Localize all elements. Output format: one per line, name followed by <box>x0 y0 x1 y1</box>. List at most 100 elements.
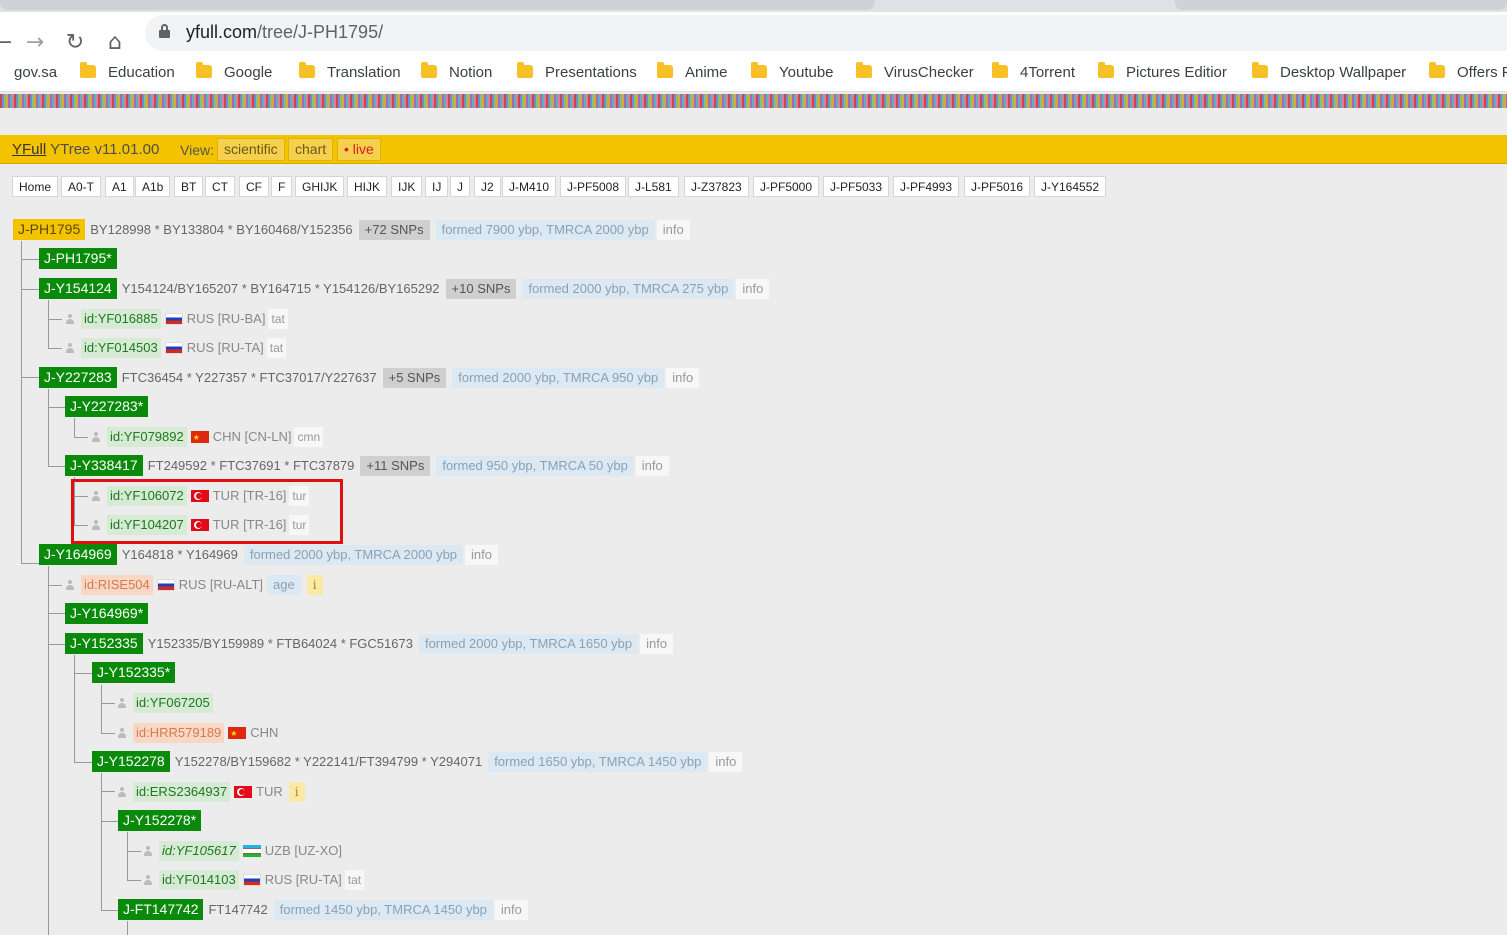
clade-label[interactable]: J-PH1795 <box>13 219 86 241</box>
sample-id[interactable]: id:YF016885 <box>81 308 161 329</box>
sample-id[interactable]: id:YF067205 <box>133 692 213 713</box>
age-estimate: formed 2000 ybp, TMRCA 2000 ybp <box>243 544 464 565</box>
clade-label[interactable]: J-Y164969* <box>65 603 149 625</box>
snp-list: FTC36454 * Y227357 * FTC37017/Y227637 <box>121 369 377 385</box>
sample-id[interactable]: id:YF014503 <box>81 337 161 358</box>
sample-row: id:YF014103 RUS [RU-TA] tat <box>143 869 365 891</box>
snp-list: Y152278/BY159682 * Y222141/FT394799 * Y2… <box>174 753 483 769</box>
more-snps-badge[interactable]: +5 SNPs <box>382 367 447 388</box>
sample-row: id:ERS2364937 TUR i <box>117 781 305 803</box>
tree-connector <box>48 348 62 349</box>
sample-id[interactable]: id:YF105617 <box>159 840 239 861</box>
tree-node: J-Y152335* <box>92 662 176 684</box>
haplogroup-tree: J-PH1795 BY128998 * BY133804 * BY160468/Y… <box>0 0 1507 935</box>
tree-connector <box>21 377 39 378</box>
red-highlight-box <box>71 479 343 544</box>
tree-connector <box>127 832 128 880</box>
tree-node: J-Y154124 Y154124/BY165207 * BY164715 * Y… <box>39 278 770 300</box>
sample-row: id:RISE504 RUS [RU-ALT] age i <box>65 574 323 596</box>
clade-label[interactable]: J-PH1795* <box>39 248 117 270</box>
tree-connector <box>101 821 119 822</box>
tree-node: J-Y152278 Y152278/BY159682 * Y222141/FT39… <box>92 751 743 773</box>
sample-id[interactable]: id:RISE504 <box>81 574 153 595</box>
info-icon[interactable]: i <box>306 574 323 595</box>
tree-connector <box>101 910 119 911</box>
clade-label[interactable]: J-Y227283 <box>39 367 117 389</box>
clade-label[interactable]: J-Y152335* <box>92 662 176 684</box>
info-link[interactable]: info <box>709 751 743 772</box>
sample-row: id:YF067205 <box>117 692 213 714</box>
sample-location: CHN [CN-LN] <box>212 428 292 444</box>
info-link[interactable]: info <box>656 219 690 240</box>
tree-connector <box>101 773 102 910</box>
sample-id[interactable]: id:ERS2364937 <box>133 781 231 802</box>
clade-label[interactable]: J-Y152278 <box>92 751 170 773</box>
language-badge: cmn <box>294 426 324 447</box>
sample-location: UZB [UZ-XO] <box>264 842 343 858</box>
person-icon <box>143 874 153 885</box>
tree-connector <box>48 300 49 348</box>
info-link[interactable]: info <box>736 278 770 299</box>
age-estimate: formed 2000 ybp, TMRCA 275 ybp <box>522 278 735 299</box>
info-link[interactable]: info <box>640 633 674 654</box>
info-link[interactable]: info <box>465 544 498 565</box>
info-icon[interactable]: i <box>288 781 305 802</box>
tree-node: J-Y152335 Y152335/BY159989 * FTB64024 * F… <box>65 633 674 655</box>
turkey-flag-icon <box>234 785 253 798</box>
sample-row: id:YF079892 CHN [CN-LN]cmn <box>91 426 324 448</box>
more-snps-badge[interactable]: +72 SNPs <box>358 219 430 240</box>
tree-connector <box>21 563 39 564</box>
tree-connector <box>21 259 39 260</box>
tree-node: J-Y164969 Y164818 * Y164969 formed 2000 yb… <box>39 544 498 566</box>
sample-id[interactable]: id:YF014103 <box>159 869 239 890</box>
person-icon <box>65 579 75 590</box>
language-badge: tat <box>268 308 288 329</box>
clade-label[interactable]: J-Y152278* <box>118 810 202 832</box>
age-estimate: formed 7900 ybp, TMRCA 2000 ybp <box>435 219 655 240</box>
snp-list: BY128998 * BY133804 * BY160468/Y152356 <box>90 221 353 237</box>
tree-connector <box>127 880 141 881</box>
china-flag-icon <box>190 428 209 448</box>
tree-connector <box>127 921 128 935</box>
language-badge: tat <box>266 337 287 358</box>
more-snps-badge[interactable]: +11 SNPs <box>360 455 431 476</box>
info-link[interactable]: info <box>666 367 700 388</box>
clade-label[interactable]: J-FT147742 <box>118 899 204 921</box>
tree-connector <box>48 407 66 408</box>
russia-flag-icon <box>156 578 175 591</box>
tree-connector <box>48 466 66 467</box>
tree-connector <box>127 851 141 852</box>
age-badge[interactable]: age <box>267 574 301 595</box>
clade-label[interactable]: J-Y338417 <box>65 455 143 477</box>
clade-label[interactable]: J-Y154124 <box>39 278 117 300</box>
sample-row: id:YF014503 RUS [RU-TA] tat <box>65 337 287 359</box>
tree-connector <box>101 733 115 734</box>
clade-label[interactable]: J-Y152335 <box>65 633 143 655</box>
sample-location: TUR <box>256 783 283 799</box>
tree-connector <box>74 673 92 674</box>
tree-node: J-FT147742 FT147742 formed 1450 ybp, TMRCA… <box>118 899 528 921</box>
tree-connector <box>101 685 102 733</box>
info-link[interactable]: info <box>494 899 528 920</box>
tree-node: J-Y152278* <box>118 810 202 832</box>
snp-list: FT249592 * FTC37691 * FTC37879 <box>147 457 355 473</box>
snp-list: FT147742 <box>208 901 268 917</box>
sample-id[interactable]: id:HRR579189 <box>133 722 225 743</box>
sample-location: RUS [RU-BA] <box>186 310 266 326</box>
china-flag-icon <box>228 724 247 744</box>
tree-node: J-Y338417 FT249592 * FTC37691 * FTC37879 +… <box>65 455 669 477</box>
clade-label[interactable]: J-Y164969 <box>39 544 117 566</box>
info-link[interactable]: info <box>635 455 669 476</box>
age-estimate: formed 1450 ybp, TMRCA 1450 ybp <box>273 899 493 920</box>
person-icon <box>117 727 127 738</box>
more-snps-badge[interactable]: +10 SNPs <box>445 278 517 299</box>
tree-connector <box>74 655 75 762</box>
sample-id[interactable]: id:YF079892 <box>107 426 187 447</box>
tree-connector <box>48 389 49 466</box>
snp-list: Y154124/BY165207 * BY164715 * Y154126/BY… <box>121 280 440 296</box>
tree-connector <box>48 613 66 614</box>
person-icon <box>117 786 127 797</box>
tree-connector <box>21 289 39 290</box>
clade-label[interactable]: J-Y227283* <box>65 396 149 418</box>
language-badge: tat <box>344 869 365 890</box>
